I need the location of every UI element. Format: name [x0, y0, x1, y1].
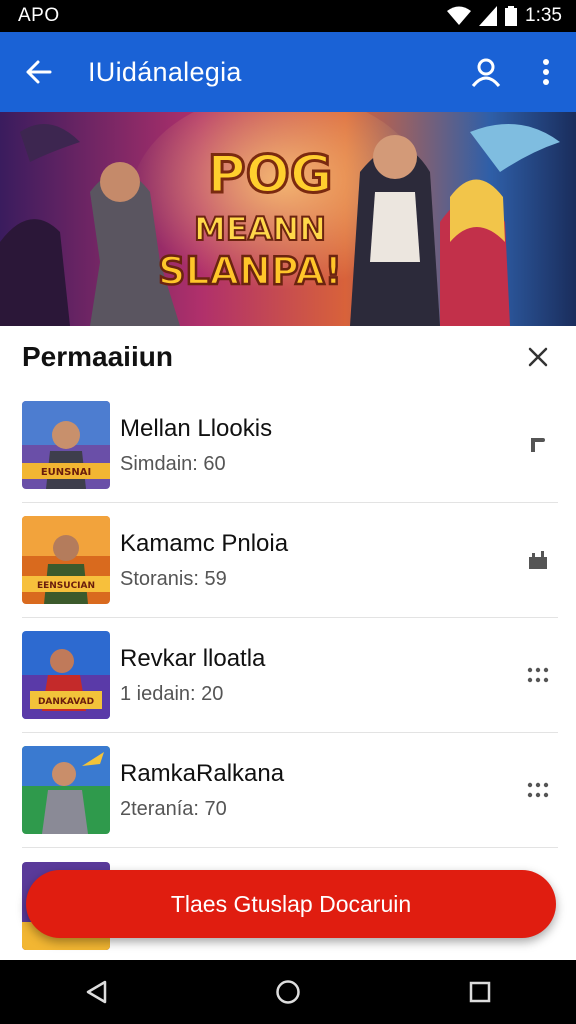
item-subtitle: Simdain: 60	[120, 452, 226, 475]
svg-text:EUNSNAI: EUNSNAI	[41, 467, 91, 478]
page-title: IUidánalegia	[88, 56, 242, 87]
item-subtitle: Storanis: 59	[120, 567, 227, 590]
item-title: RamkaRalkana	[120, 759, 285, 787]
more-vert-icon	[543, 59, 549, 85]
item-action-button[interactable]	[518, 549, 558, 571]
svg-text:POG: POG	[208, 145, 333, 205]
square-recents-icon	[469, 981, 491, 1003]
svg-text:EENSUCIAN: EENSUCIAN	[37, 581, 95, 591]
grid-dots-icon	[527, 667, 549, 683]
overflow-menu-button[interactable]	[516, 32, 576, 112]
castle-icon	[529, 551, 547, 569]
primary-cta-button[interactable]: Tlaes Gtuslap Docaruin	[26, 870, 556, 938]
game-thumbnail: DANKAVAD	[22, 631, 110, 719]
bottom-sheet: Permaaiiun EUNSNAI Mellan Llookis Simdai…	[0, 326, 576, 960]
signal-icon	[479, 6, 498, 26]
triangle-back-icon	[86, 980, 107, 1004]
app-bar: IUidánalegia	[0, 32, 576, 112]
status-icons: 1:35	[447, 5, 562, 27]
nav-recents-button[interactable]	[450, 960, 510, 1024]
list-item[interactable]: EUNSNAI Mellan Llookis Simdain: 60	[22, 388, 558, 503]
nav-home-button[interactable]	[258, 960, 318, 1024]
close-button[interactable]	[518, 337, 558, 377]
hero-banner[interactable]: POG MEANN SLANPA!	[0, 112, 576, 326]
phone-handset-icon	[531, 438, 545, 452]
svg-text:MEANN: MEANN	[194, 210, 326, 248]
battery-icon	[505, 6, 518, 26]
item-action-button[interactable]	[518, 434, 558, 456]
item-title: Mellan Llookis	[120, 414, 273, 442]
sheet-title: Permaaiiun	[22, 341, 173, 372]
wifi-icon	[447, 6, 472, 25]
item-action-button[interactable]	[518, 782, 558, 798]
item-title: Kamamc Pnloia	[120, 529, 289, 557]
item-title: Revkar lloatla	[120, 644, 266, 672]
item-action-button[interactable]	[518, 667, 558, 683]
sheet-header: Permaaiiun	[0, 326, 576, 388]
system-nav-bar	[0, 960, 576, 1024]
game-thumbnail: EENSUCIAN	[22, 516, 110, 604]
game-thumbnail	[22, 746, 110, 834]
list-item[interactable]: DANKAVAD Revkar lloatla 1 iedain: 20	[22, 618, 558, 733]
svg-text:SLANPA!: SLANPA!	[158, 249, 342, 293]
nav-back-button[interactable]	[66, 960, 126, 1024]
arrow-left-icon	[26, 60, 52, 84]
clock-label: 1:35	[525, 5, 562, 26]
item-subtitle: 2teranía: 70	[120, 797, 227, 820]
list-item[interactable]: RamkaRalkana 2teranía: 70	[22, 733, 558, 848]
close-icon	[528, 347, 548, 367]
back-button[interactable]	[0, 32, 76, 112]
item-subtitle: 1 iedain: 20	[120, 682, 224, 705]
circle-home-icon	[276, 980, 300, 1004]
status-bar: APO 1:35	[0, 0, 576, 32]
svg-text:DANKAVAD: DANKAVAD	[38, 697, 94, 707]
list-item[interactable]: EENSUCIAN Kamamc Pnloia Storanis: 59	[22, 503, 558, 618]
grid-dots-icon	[527, 782, 549, 798]
carrier-label: APO	[18, 5, 60, 26]
game-thumbnail: EUNSNAI	[22, 401, 110, 489]
account-button[interactable]	[456, 32, 516, 112]
person-icon	[471, 58, 501, 87]
